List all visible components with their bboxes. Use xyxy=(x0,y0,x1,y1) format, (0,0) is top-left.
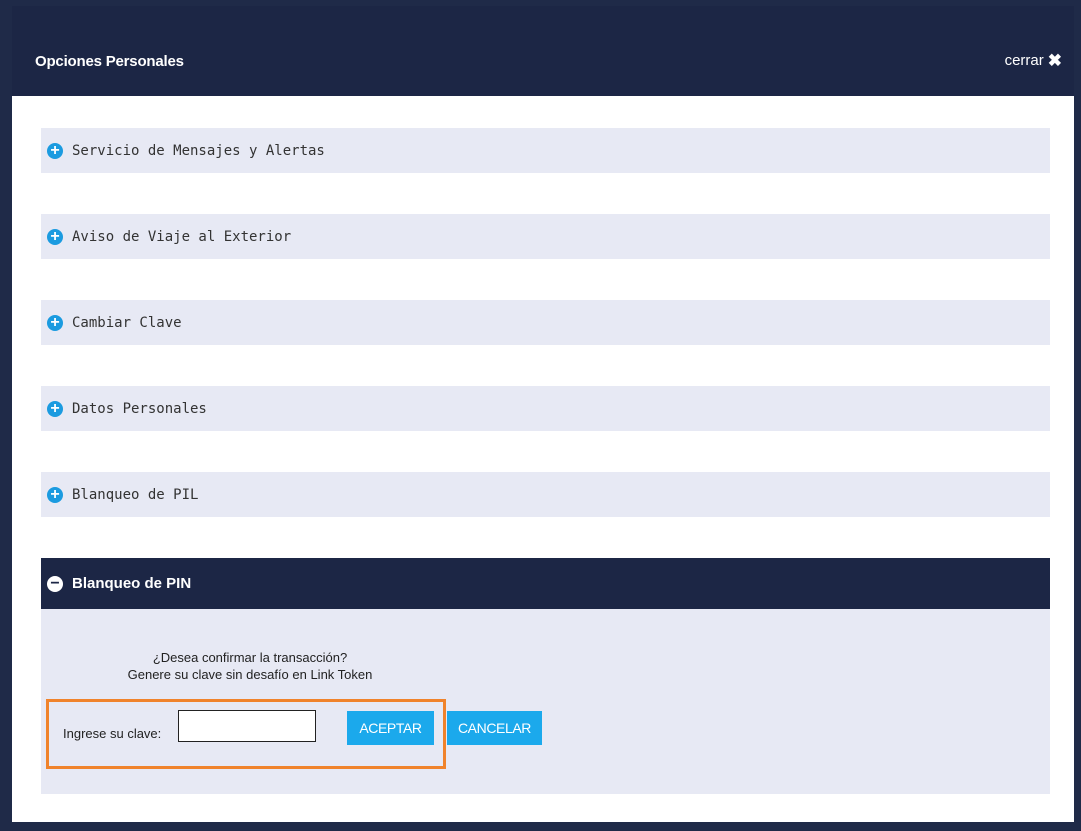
blanqueo-pin-panel: ¿Desea confirmar la transacción? Genere … xyxy=(41,609,1050,794)
accordion-item-label: Datos Personales xyxy=(72,400,207,417)
accordion-item-label: Blanqueo de PIL xyxy=(72,486,199,503)
plus-circle-icon: + xyxy=(47,486,63,503)
accordion-item-datos-personales[interactable]: + Datos Personales xyxy=(41,386,1050,431)
confirm-message: ¿Desea confirmar la transacción? Genere … xyxy=(41,649,459,683)
accordion-item-cambiar-clave[interactable]: + Cambiar Clave xyxy=(41,300,1050,345)
accordion-item-blanqueo-pin[interactable]: − Blanqueo de PIN xyxy=(41,558,1050,609)
accordion-item-label: Servicio de Mensajes y Alertas xyxy=(72,142,325,159)
plus-circle-icon: + xyxy=(47,228,63,245)
accept-button[interactable]: ACEPTAR xyxy=(347,711,434,745)
cancel-button[interactable]: CANCELAR xyxy=(447,711,542,745)
token-hint: Genere su clave sin desafío en Link Toke… xyxy=(127,667,373,682)
accordion-item-label: Aviso de Viaje al Exterior xyxy=(72,228,292,245)
accordion-item-label: Blanqueo de PIN xyxy=(72,575,192,592)
personal-options-modal: Opciones Personales cerrar ✖ + Servicio … xyxy=(12,6,1074,822)
accordion-item-aviso-viaje[interactable]: + Aviso de Viaje al Exterior xyxy=(41,214,1050,259)
minus-circle-icon: − xyxy=(47,575,63,592)
modal-title: Opciones Personales xyxy=(35,53,184,70)
modal-header: Opciones Personales cerrar ✖ xyxy=(12,6,1074,96)
close-label: cerrar xyxy=(1004,52,1044,69)
pin-input-label: Ingrese su clave: xyxy=(63,726,162,741)
plus-circle-icon: + xyxy=(47,314,63,331)
accordion-item-mensajes-alertas[interactable]: + Servicio de Mensajes y Alertas xyxy=(41,128,1050,173)
plus-circle-icon: + xyxy=(47,400,63,417)
accordion-item-blanqueo-pil[interactable]: + Blanqueo de PIL xyxy=(41,472,1050,517)
accordion-item-label: Cambiar Clave xyxy=(72,314,182,331)
close-icon: ✖ xyxy=(1047,51,1062,70)
plus-circle-icon: + xyxy=(47,142,63,159)
close-button[interactable]: cerrar ✖ xyxy=(1005,52,1062,69)
confirm-question: ¿Desea confirmar la transacción? xyxy=(152,650,348,665)
pin-input[interactable] xyxy=(178,710,316,742)
